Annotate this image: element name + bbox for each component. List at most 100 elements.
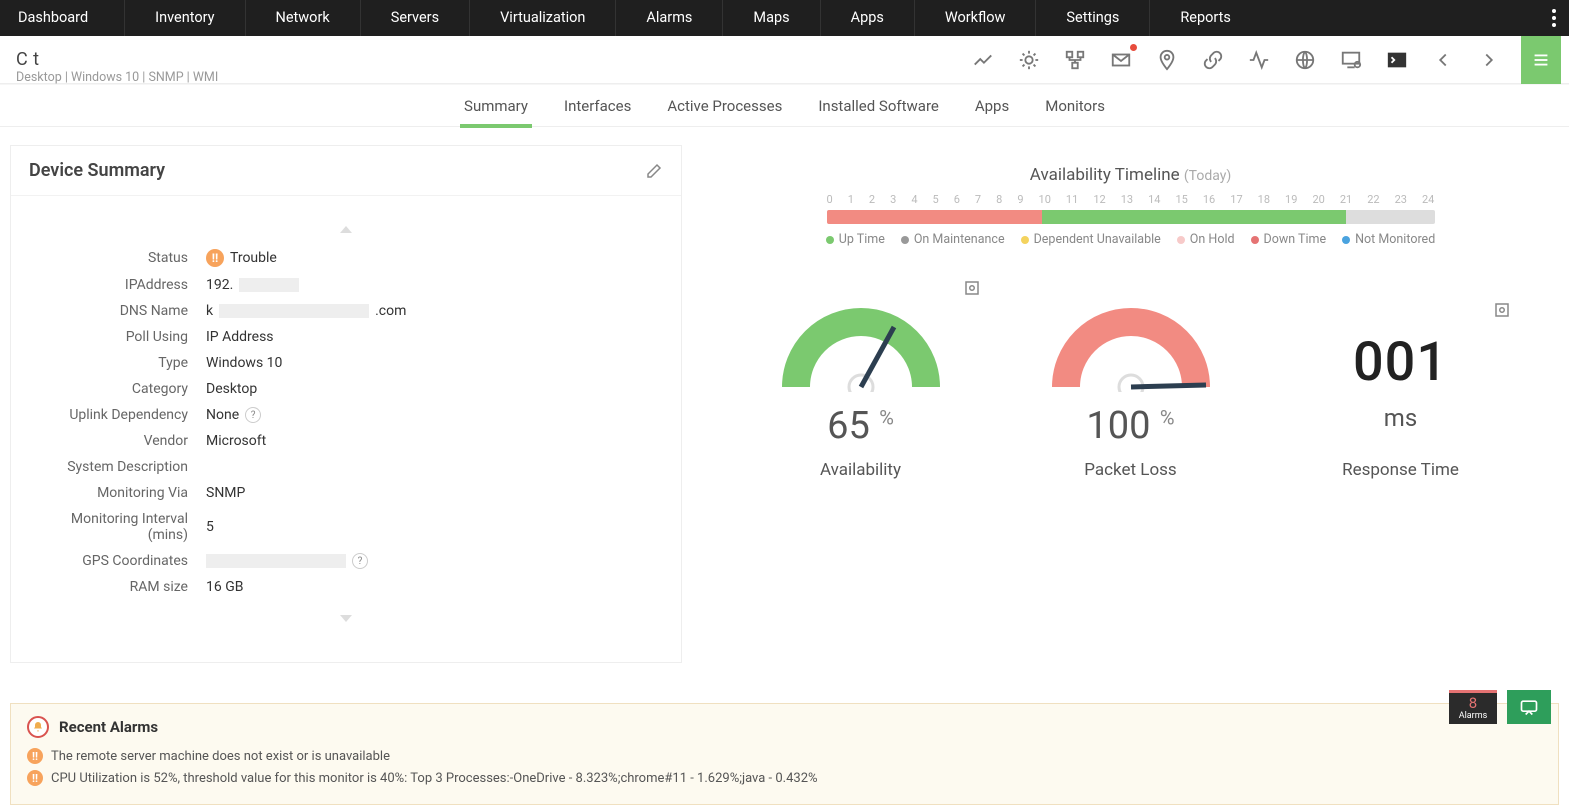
next-arrow-icon[interactable] bbox=[1475, 46, 1503, 74]
uplink-value: None bbox=[206, 407, 239, 423]
timeline-legend: Up Time On Maintenance Dependent Unavail… bbox=[702, 232, 1559, 247]
gps-value bbox=[206, 554, 346, 568]
availability-subtitle: (Today) bbox=[1184, 168, 1231, 184]
packetloss-label: Packet Loss bbox=[1031, 460, 1231, 480]
prev-arrow-icon[interactable] bbox=[1429, 46, 1457, 74]
terminal-icon[interactable] bbox=[1383, 46, 1411, 74]
nav-dashboard[interactable]: Dashboard bbox=[0, 0, 124, 36]
chat-support-icon[interactable] bbox=[1507, 690, 1551, 724]
responsetime-unit: ms bbox=[1301, 404, 1501, 432]
timeline-hours: 0123456789101112131415161718192021222324 bbox=[827, 193, 1435, 206]
link-icon[interactable] bbox=[1199, 46, 1227, 74]
dns-label: DNS Name bbox=[31, 303, 206, 319]
ram-label: RAM size bbox=[31, 579, 206, 595]
pollusing-value: IP Address bbox=[206, 329, 274, 345]
status-value: Trouble bbox=[230, 250, 277, 266]
availability-gauge: 65 % Availability bbox=[761, 297, 961, 480]
alarm-text: The remote server machine does not exist… bbox=[51, 749, 390, 764]
alarm-count-label: Alarms bbox=[1459, 711, 1488, 721]
type-label: Type bbox=[31, 355, 206, 371]
warning-icon: !! bbox=[27, 748, 43, 764]
help-icon[interactable]: ? bbox=[352, 553, 368, 569]
ram-value: 16 GB bbox=[206, 579, 243, 595]
type-value: Windows 10 bbox=[206, 355, 282, 371]
packetloss-value: 100 bbox=[1086, 404, 1150, 448]
alarm-count: 8 bbox=[1469, 696, 1477, 711]
device-name: C t bbox=[16, 49, 40, 70]
category-value: Desktop bbox=[206, 381, 257, 397]
nav-network[interactable]: Network bbox=[245, 0, 360, 36]
tab-summary[interactable]: Summary bbox=[460, 85, 532, 127]
moninterval-label: Monitoring Interval (mins) bbox=[31, 511, 206, 543]
expand-down-icon[interactable] bbox=[340, 615, 352, 622]
ip-label: IPAddress bbox=[31, 277, 206, 293]
tab-active-processes[interactable]: Active Processes bbox=[663, 85, 786, 127]
help-icon[interactable]: ? bbox=[245, 407, 261, 423]
alert-sun-icon[interactable] bbox=[1015, 46, 1043, 74]
status-label: Status bbox=[31, 250, 206, 266]
topology-icon[interactable] bbox=[1061, 46, 1089, 74]
device-meta: Desktop | Windows 10 | SNMP | WMI bbox=[16, 70, 218, 85]
nav-more-icon[interactable] bbox=[1545, 0, 1563, 36]
category-label: Category bbox=[31, 381, 206, 397]
timeline-bar bbox=[827, 210, 1435, 224]
dns-suffix: .com bbox=[375, 303, 406, 319]
pin-icon[interactable] bbox=[1153, 46, 1181, 74]
header-tools bbox=[969, 36, 1561, 84]
mail-icon[interactable] bbox=[1107, 46, 1135, 74]
monitor-icon[interactable] bbox=[1337, 46, 1365, 74]
availability-panel: Availability Timeline (Today) 0123456789… bbox=[702, 145, 1559, 480]
alarm-bell-icon bbox=[27, 716, 49, 738]
timeline-notmonitored-segment bbox=[1346, 210, 1435, 224]
status-icon: !! bbox=[206, 249, 224, 267]
responsetime-label: Response Time bbox=[1301, 460, 1501, 480]
collapse-up-icon[interactable] bbox=[340, 226, 352, 233]
gauge-settings-icon[interactable] bbox=[963, 279, 981, 297]
uplink-label: Uplink Dependency bbox=[31, 407, 206, 423]
timeline-up-segment bbox=[1042, 210, 1346, 224]
detail-tabs: Summary Interfaces Active Processes Inst… bbox=[0, 85, 1569, 127]
nav-servers[interactable]: Servers bbox=[360, 0, 469, 36]
nav-inventory[interactable]: Inventory bbox=[124, 0, 244, 36]
alarm-text: CPU Utilization is 52%, threshold value … bbox=[51, 771, 818, 786]
gauge-settings-icon[interactable] bbox=[1493, 301, 1511, 319]
nav-settings[interactable]: Settings bbox=[1035, 0, 1149, 36]
nav-workflow[interactable]: Workflow bbox=[914, 0, 1036, 36]
availability-value: 65 bbox=[827, 404, 870, 448]
responsetime-value: 001 bbox=[1301, 331, 1501, 394]
tab-apps[interactable]: Apps bbox=[971, 85, 1013, 127]
vendor-label: Vendor bbox=[31, 433, 206, 449]
hamburger-icon[interactable] bbox=[1521, 36, 1561, 84]
gps-label: GPS Coordinates bbox=[31, 553, 206, 569]
nav-reports[interactable]: Reports bbox=[1149, 0, 1261, 36]
perf-chart-icon[interactable] bbox=[969, 46, 997, 74]
nav-alarms[interactable]: Alarms bbox=[615, 0, 722, 36]
nav-maps[interactable]: Maps bbox=[722, 0, 819, 36]
monvia-label: Monitoring Via bbox=[31, 485, 206, 501]
responsetime-block: 001 ms Response Time bbox=[1301, 331, 1501, 480]
availability-title: Availability Timeline bbox=[1030, 165, 1180, 185]
moninterval-value: 5 bbox=[206, 519, 214, 535]
device-summary-title: Device Summary bbox=[29, 160, 165, 181]
edit-icon[interactable] bbox=[645, 162, 663, 180]
tab-interfaces[interactable]: Interfaces bbox=[560, 85, 635, 127]
sysdesc-label: System Description bbox=[31, 459, 206, 475]
top-nav: Dashboard Inventory Network Servers Virt… bbox=[0, 0, 1569, 36]
recent-alarms-card: Recent Alarms !! The remote server machi… bbox=[10, 703, 1559, 805]
device-header: C t Desktop | Windows 10 | SNMP | WMI bbox=[0, 36, 1569, 85]
activity-icon[interactable] bbox=[1245, 46, 1273, 74]
tab-installed-software[interactable]: Installed Software bbox=[814, 85, 943, 127]
alarm-count-badge[interactable]: 8 Alarms bbox=[1449, 690, 1497, 724]
recent-alarms-title: Recent Alarms bbox=[59, 718, 158, 736]
dns-prefix: k bbox=[206, 303, 213, 319]
alarm-line[interactable]: !! CPU Utilization is 52%, threshold val… bbox=[27, 770, 1542, 786]
packetloss-gauge: 100 % Packet Loss bbox=[1031, 297, 1231, 480]
warning-icon: !! bbox=[27, 770, 43, 786]
alarm-line[interactable]: !! The remote server machine does not ex… bbox=[27, 748, 1542, 764]
tab-monitors[interactable]: Monitors bbox=[1041, 85, 1109, 127]
nav-virtualization[interactable]: Virtualization bbox=[469, 0, 615, 36]
globe-icon[interactable] bbox=[1291, 46, 1319, 74]
nav-apps[interactable]: Apps bbox=[820, 0, 914, 36]
availability-label: Availability bbox=[761, 460, 961, 480]
monvia-value: SNMP bbox=[206, 485, 245, 501]
